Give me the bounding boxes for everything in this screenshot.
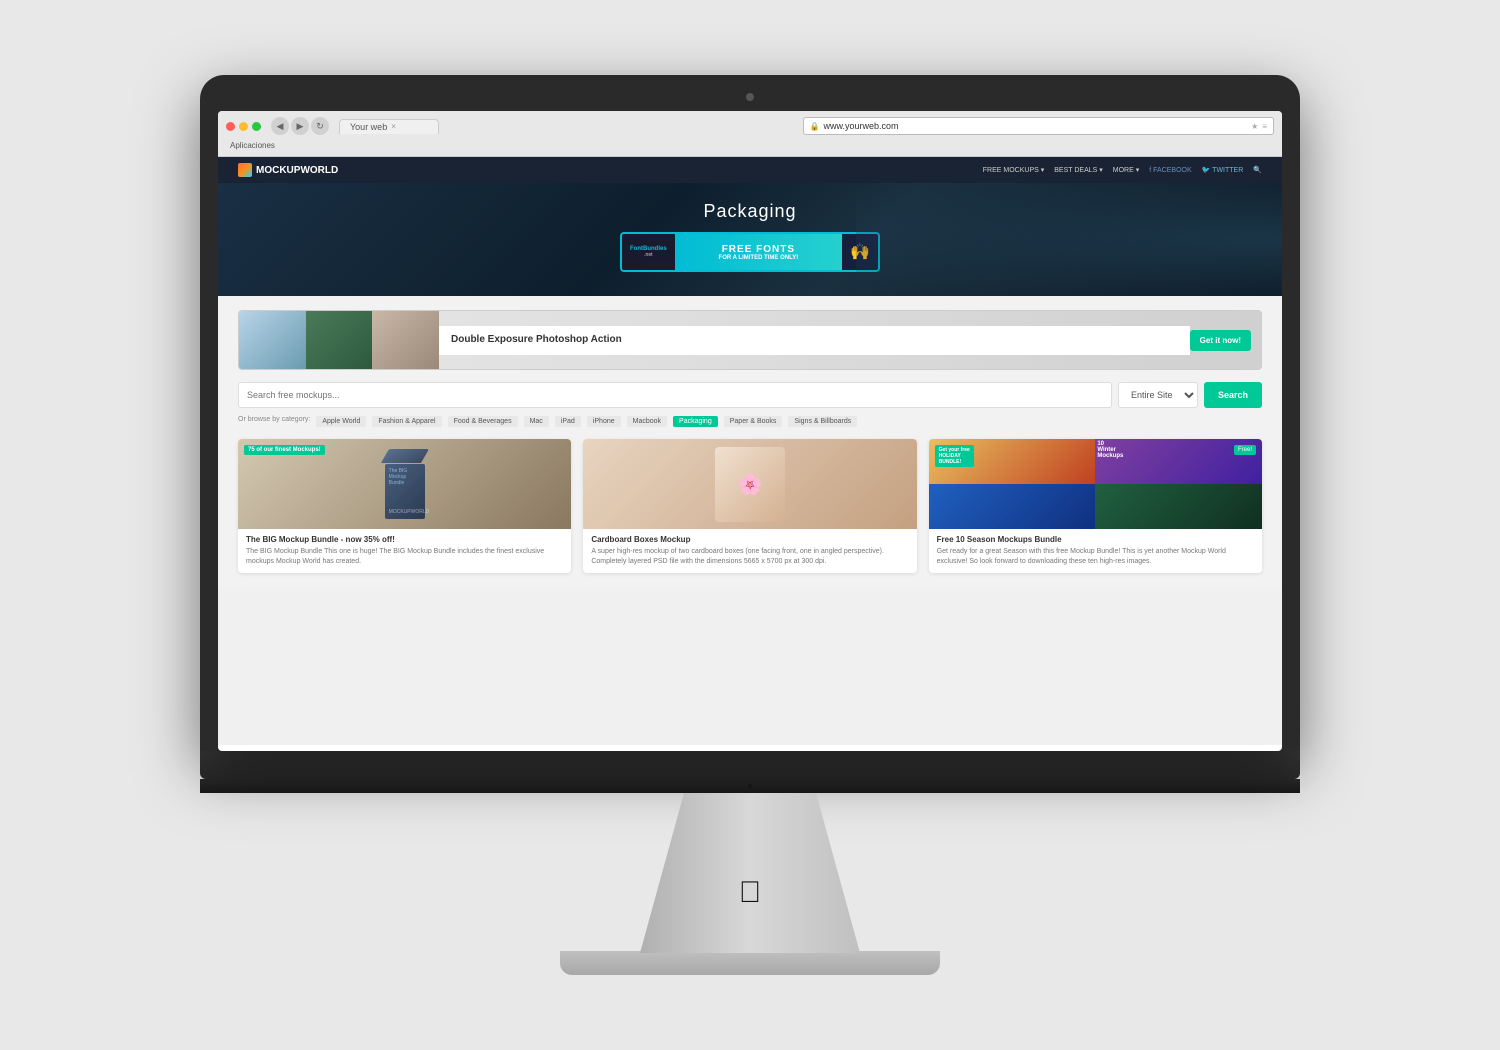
- imac-camera: [746, 93, 754, 101]
- category-macbook[interactable]: Macbook: [627, 416, 667, 427]
- category-apple-world[interactable]: Apple World: [316, 416, 366, 427]
- main-content: Double Exposure Photoshop Action Get it …: [218, 296, 1282, 587]
- hero-title: Packaging: [238, 201, 1262, 222]
- category-fashion[interactable]: Fashion & Apparel: [372, 416, 441, 427]
- product-desc-3: Get ready for a great Season with this f…: [937, 547, 1254, 567]
- box-mockup-illustration: The BIGMockupBundle MOCKUPWORLD: [375, 449, 435, 519]
- browser-chrome: ◀ ▶ ↻ Your web × 🔒 www.yourweb.com ★: [218, 111, 1282, 157]
- product-grid: 75 of our finest Mockups! The BIGMockupB…: [238, 439, 1262, 573]
- tab-close-button[interactable]: ×: [391, 122, 396, 131]
- search-input[interactable]: [238, 382, 1112, 408]
- nav-buttons: ◀ ▶ ↻: [271, 117, 329, 135]
- ad-text: Double Exposure Photoshop Action: [439, 326, 1190, 355]
- product-title-2: Cardboard Boxes Mockup: [591, 535, 908, 544]
- season-collage: 10WinterMockups: [929, 439, 1262, 529]
- ad-images: [239, 311, 439, 369]
- product-info-2: Cardboard Boxes Mockup A super high-res …: [583, 529, 916, 573]
- apple-logo: : [739, 876, 762, 910]
- search-dropdown[interactable]: Entire Site: [1118, 382, 1198, 408]
- nav-search[interactable]: 🔍: [1253, 166, 1262, 174]
- refresh-button[interactable]: ↻: [311, 117, 329, 135]
- site-logo[interactable]: MOCKUPWORLD: [238, 163, 338, 177]
- category-iphone[interactable]: iPhone: [587, 416, 621, 427]
- category-paper[interactable]: Paper & Books: [724, 416, 783, 427]
- floral-box-illustration: 🌸: [715, 447, 785, 522]
- ad-image-3: [372, 311, 439, 369]
- product-card-3[interactable]: Get your freeHOLIDAYBUNDLE! Free! 10Wint…: [929, 439, 1262, 573]
- nav-more[interactable]: MORE ▾: [1113, 166, 1139, 174]
- product-desc-2: A super high-res mockup of two cardboard…: [591, 547, 908, 567]
- nav-best-deals[interactable]: BEST DEALS ▾: [1054, 166, 1103, 174]
- category-bar-label: Or browse by category:: [238, 416, 310, 427]
- product-info-3: Free 10 Season Mockups Bundle Get ready …: [929, 529, 1262, 573]
- website-content: MOCKUPWORLD FREE MOCKUPS ▾ BEST DEALS ▾ …: [218, 157, 1282, 745]
- product-badge-1: 75 of our finest Mockups!: [244, 445, 325, 455]
- nav-free-mockups[interactable]: FREE MOCKUPS ▾: [983, 166, 1044, 174]
- address-bar[interactable]: 🔒 www.yourweb.com ★ ≡: [803, 117, 1275, 135]
- season-img-4: [1095, 484, 1262, 529]
- product-desc-1: The BIG Mockup Bundle This one is huge! …: [246, 547, 563, 567]
- product-badge-3: Get your freeHOLIDAYBUNDLE!: [935, 445, 974, 467]
- bookmarks-bar: Aplicaciones: [226, 139, 1274, 152]
- category-packaging[interactable]: Packaging: [673, 416, 718, 427]
- product-info-1: The BIG Mockup Bundle - now 35% off! The…: [238, 529, 571, 573]
- back-button[interactable]: ◀: [271, 117, 289, 135]
- product-title-1: The BIG Mockup Bundle - now 35% off!: [246, 535, 563, 544]
- nav-links: FREE MOCKUPS ▾ BEST DEALS ▾ MORE ▾ f FAC…: [983, 166, 1262, 174]
- product-image-2: 🌸: [583, 439, 916, 529]
- category-bar: Or browse by category: Apple World Fashi…: [238, 416, 1262, 427]
- product-image-3: Get your freeHOLIDAYBUNDLE! Free! 10Wint…: [929, 439, 1262, 529]
- logo-text: MOCKUPWORLD: [256, 165, 338, 176]
- category-signs[interactable]: Signs & Billboards: [788, 416, 857, 427]
- product-card-1[interactable]: 75 of our finest Mockups! The BIGMockupB…: [238, 439, 571, 573]
- imac-chin: [200, 751, 1300, 779]
- minimize-window-button[interactable]: [239, 122, 248, 131]
- close-window-button[interactable]: [226, 122, 235, 131]
- tab-title: Your web: [350, 122, 387, 132]
- imac-body: ◀ ▶ ↻ Your web × 🔒 www.yourweb.com ★: [200, 75, 1300, 751]
- hero-banner[interactable]: FontBundles .net FREE FONTS FOR A LIMITE…: [620, 232, 880, 272]
- url-text: www.yourweb.com: [823, 121, 898, 131]
- product-title-3: Free 10 Season Mockups Bundle: [937, 535, 1254, 544]
- product-image-1: 75 of our finest Mockups! The BIGMockupB…: [238, 439, 571, 529]
- tab-bar: Your web ×: [339, 119, 797, 134]
- ad-image-1: [239, 311, 306, 369]
- imac-screen: ◀ ▶ ↻ Your web × 🔒 www.yourweb.com ★: [218, 111, 1282, 751]
- banner-left: FontBundles .net: [622, 242, 675, 262]
- site-header: MOCKUPWORLD FREE MOCKUPS ▾ BEST DEALS ▾ …: [218, 157, 1282, 296]
- search-button[interactable]: Search: [1204, 382, 1262, 408]
- ad-cta-button[interactable]: Get it now!: [1190, 330, 1251, 351]
- nav-twitter[interactable]: 🐦 TWITTER: [1202, 166, 1244, 174]
- browser-tab[interactable]: Your web ×: [339, 119, 439, 134]
- ad-image-2: [306, 311, 373, 369]
- season-img-3: [929, 484, 1096, 529]
- search-section: Entire Site Search: [238, 382, 1262, 408]
- category-ipad[interactable]: iPad: [555, 416, 581, 427]
- imac-stand-base: [560, 951, 940, 975]
- nav-facebook[interactable]: f FACEBOOK: [1149, 167, 1191, 174]
- navigation-bar: MOCKUPWORLD FREE MOCKUPS ▾ BEST DEALS ▾ …: [218, 157, 1282, 183]
- imac-stand: : [640, 793, 860, 953]
- category-mac[interactable]: Mac: [524, 416, 549, 427]
- maximize-window-button[interactable]: [252, 122, 261, 131]
- apple-logo-icon: ●: [747, 781, 753, 792]
- banner-center: FREE FONTS FOR A LIMITED TIME ONLY!: [675, 234, 842, 270]
- forward-button[interactable]: ▶: [291, 117, 309, 135]
- imac-display: ◀ ▶ ↻ Your web × 🔒 www.yourweb.com ★: [200, 75, 1300, 975]
- product-card-2[interactable]: 🌸 Cardboard Boxes Mockup A super high-re…: [583, 439, 916, 573]
- category-food[interactable]: Food & Beverages: [448, 416, 518, 427]
- product-badge-free-3: Free!: [1234, 445, 1256, 455]
- imac-lower-chin: ●: [200, 779, 1300, 793]
- ad-banner[interactable]: Double Exposure Photoshop Action Get it …: [238, 310, 1262, 370]
- ad-title: Double Exposure Photoshop Action: [451, 334, 1178, 345]
- traffic-lights: [226, 122, 261, 131]
- hero-section: Packaging FontBundles .net FREE FONTS FO…: [218, 183, 1282, 296]
- banner-hands-icon: 🙌: [842, 242, 878, 262]
- logo-icon: [238, 163, 252, 177]
